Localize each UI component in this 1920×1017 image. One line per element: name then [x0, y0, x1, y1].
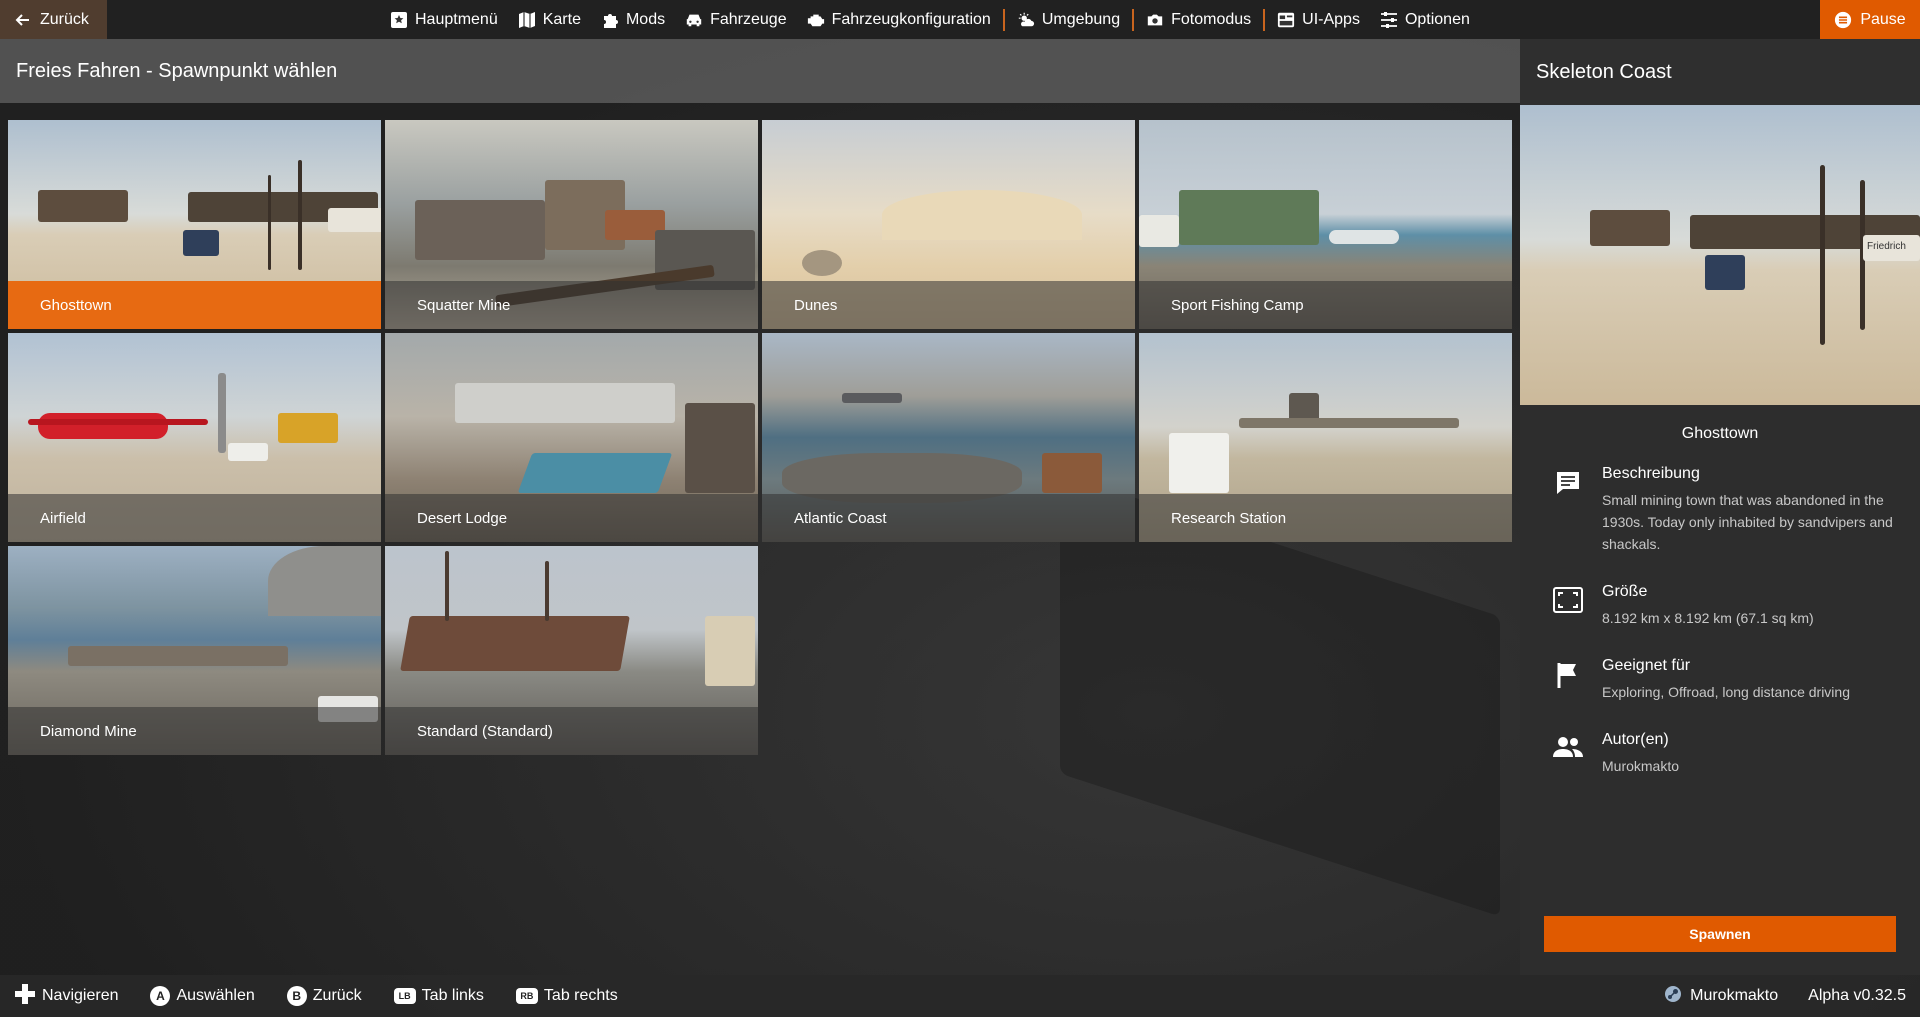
authors-title: Autor(en) [1602, 731, 1669, 748]
nav-vehicles[interactable]: Fahrzeuge [675, 0, 797, 39]
size-section: Größe 8.192 km x 8.192 km (67.1 sq km) [1520, 583, 1920, 629]
flag-icon [1552, 657, 1584, 689]
spawn-tile-label: Airfield [8, 494, 381, 542]
map-icon [518, 11, 536, 29]
main-nav: Hauptmenü Karte Mods Fahrzeuge Fahrzeugk… [380, 0, 1480, 39]
spawn-tile-label: Atlantic Coast [762, 494, 1135, 542]
car-icon [685, 11, 703, 29]
nav-options[interactable]: Optionen [1370, 0, 1480, 39]
back-button-label: Zurück [40, 10, 89, 28]
spawn-tile-label: Standard (Standard) [385, 707, 758, 755]
nav-ui-apps[interactable]: UI-Apps [1267, 0, 1370, 39]
ui-apps-icon [1277, 11, 1295, 29]
people-icon [1552, 731, 1584, 763]
steam-icon [1664, 985, 1682, 1008]
spawn-button[interactable]: Spawnen [1544, 916, 1896, 952]
nav-separator [1263, 8, 1266, 31]
puzzle-icon [601, 11, 619, 29]
authors-text: Murokmakto [1602, 758, 1680, 774]
spawn-tile-squatter-mine[interactable]: Squatter Mine [385, 120, 758, 329]
a-button-icon: A [150, 986, 171, 1006]
spawn-tile-standard[interactable]: Standard (Standard) [385, 546, 758, 755]
spawn-tile-label: Sport Fishing Camp [1139, 281, 1512, 329]
spawn-tile-label: Diamond Mine [8, 707, 381, 755]
spawn-detail-panel: Skeleton Coast Friedrich Ghosttown Besch… [1520, 39, 1920, 975]
nav-separator [1002, 8, 1005, 31]
suitable-text: Exploring, Offroad, long distance drivin… [1602, 684, 1850, 700]
map-title: Skeleton Coast [1520, 39, 1920, 105]
spawn-tile-desert-lodge[interactable]: Desert Lodge [385, 333, 758, 542]
comment-icon [1552, 465, 1584, 497]
top-nav-bar: Zurück Hauptmenü Karte Mods Fahrzeuge Fa… [0, 0, 1920, 39]
engine-icon [807, 11, 825, 29]
hint-tab-left: LB Tab links [393, 987, 484, 1005]
main-menu-icon [390, 11, 408, 29]
spawn-point-grid: Ghosttown Squatter Mine Dunes Sport Fish… [8, 120, 1512, 755]
spawn-tile-label: Ghosttown [8, 281, 381, 329]
spawn-tile-label: Squatter Mine [385, 281, 758, 329]
spawn-tile-label: Desert Lodge [385, 494, 758, 542]
pause-button[interactable]: Pause [1820, 0, 1920, 39]
spawn-tile-label: Dunes [762, 281, 1135, 329]
description-title: Beschreibung [1602, 465, 1700, 482]
size-icon [1552, 583, 1584, 615]
size-title: Größe [1602, 583, 1648, 600]
nav-main-menu[interactable]: Hauptmenü [380, 0, 508, 39]
spawn-tile-atlantic-coast[interactable]: Atlantic Coast [762, 333, 1135, 542]
nav-mods[interactable]: Mods [591, 0, 675, 39]
pause-menu-icon [1834, 11, 1852, 29]
spawn-tile-ghosttown[interactable]: Ghosttown [8, 120, 381, 329]
spawn-name: Ghosttown [1681, 425, 1759, 442]
spawn-tile-sport-fishing-camp[interactable]: Sport Fishing Camp [1139, 120, 1512, 329]
suitable-title: Geeignet für [1602, 657, 1691, 674]
size-text: 8.192 km x 8.192 km (67.1 sq km) [1602, 610, 1814, 626]
version-label: Alpha v0.32.5 [1808, 987, 1906, 1004]
spawn-tile-diamond-mine[interactable]: Diamond Mine [8, 546, 381, 755]
lb-button-icon: LB [393, 988, 416, 1004]
authors-section: Autor(en) Murokmakto [1520, 731, 1920, 777]
nav-map[interactable]: Karte [508, 0, 591, 39]
spawn-tile-label: Research Station [1139, 494, 1512, 542]
dpad-icon [14, 983, 36, 1010]
page-title: Freies Fahren - Spawnpunkt wählen [0, 39, 1520, 103]
back-button[interactable]: Zurück [0, 0, 107, 39]
hint-select: A Auswählen [150, 986, 255, 1006]
bottom-status: Murokmakto Alpha v0.32.5 [1664, 975, 1920, 1017]
rb-button-icon: RB [515, 988, 538, 1004]
spawn-preview-image: Friedrich [1520, 105, 1920, 405]
user-account[interactable]: Murokmakto [1664, 985, 1778, 1008]
spawn-tile-dunes[interactable]: Dunes [762, 120, 1135, 329]
nav-separator [1132, 8, 1135, 31]
description-section: Beschreibung Small mining town that was … [1520, 465, 1920, 555]
spawn-tile-airfield[interactable]: Airfield [8, 333, 381, 542]
sliders-icon [1380, 11, 1398, 29]
hint-navigate: Navigieren [14, 983, 118, 1010]
nav-photo-mode[interactable]: Fotomodus [1136, 0, 1261, 39]
location-sign: Friedrich [1863, 235, 1920, 261]
weather-icon [1017, 11, 1035, 29]
description-text: Small mining town that was abandoned in … [1602, 492, 1893, 552]
b-button-icon: B [286, 986, 307, 1006]
arrow-left-icon [14, 11, 32, 29]
bottom-hint-bar: Navigieren A Auswählen B Zurück LB Tab l… [0, 975, 1920, 1017]
hint-back: B Zurück [286, 986, 362, 1006]
suitable-section: Geeignet für Exploring, Offroad, long di… [1520, 657, 1920, 703]
nav-environment[interactable]: Umgebung [1007, 0, 1130, 39]
hint-tab-right: RB Tab rechts [515, 987, 618, 1005]
spawn-tile-research-station[interactable]: Research Station [1139, 333, 1512, 542]
camera-icon [1146, 11, 1164, 29]
nav-vehicle-config[interactable]: Fahrzeugkonfiguration [797, 0, 1001, 39]
